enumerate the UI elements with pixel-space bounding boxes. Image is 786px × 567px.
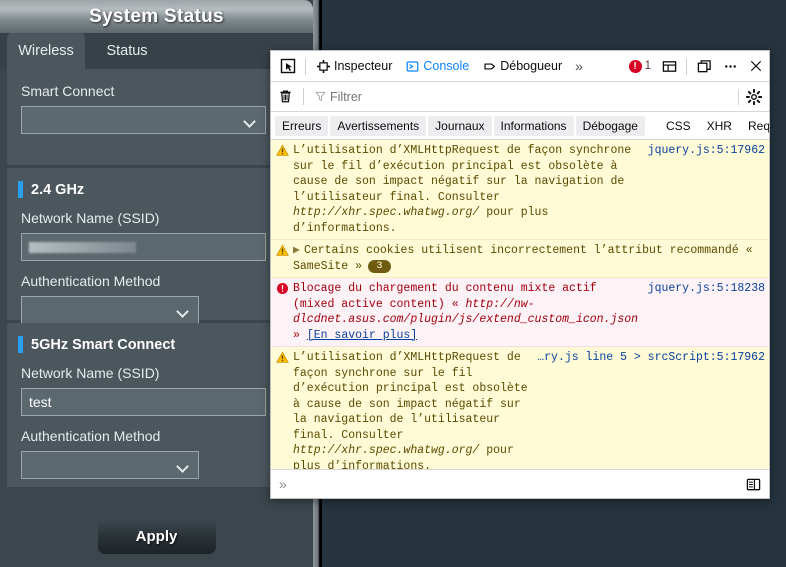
msg-url: http://xhr.spec.whatwg.org/ <box>293 444 480 457</box>
tab-status[interactable]: Status <box>88 33 166 69</box>
tab-debogueur-label: Débogueur <box>500 59 563 73</box>
page-title: System Status <box>89 6 224 27</box>
band-5ghz-header: 5GHz Smart Connect <box>7 323 306 353</box>
router-titlebar: System Status <box>0 0 313 33</box>
band-24ghz-header: 2.4 GHz <box>7 168 306 198</box>
warning-triangle-icon <box>276 243 293 257</box>
accent-bar <box>18 181 23 198</box>
toolbar-overflow-button[interactable]: » <box>569 58 589 74</box>
band-5ghz-title: 5GHz Smart Connect <box>31 336 176 353</box>
devtools-toolbar: Inspecteur Console Débogueur » ! 1 <box>271 51 769 82</box>
console-message-source[interactable]: jquery.js:5:18238 <box>648 281 765 297</box>
console-message[interactable]: ▶ Certains cookies utilisent incorrecteme… <box>271 240 769 278</box>
learn-more-link[interactable]: [En savoir plus] <box>307 329 417 342</box>
band-24ghz-card: 2.4 GHz Network Name (SSID) Authenticati… <box>7 168 306 324</box>
toolbar-divider <box>686 57 687 75</box>
msg-text: Certains cookies utilisent incorrectemen… <box>293 244 753 273</box>
screen: System Status Wireless Status Smart Conn… <box>0 0 786 567</box>
msg-text: L’utilisation d’XMLHttpRequest de façon … <box>293 144 632 204</box>
console-output[interactable]: L’utilisation d’XMLHttpRequest de façon … <box>271 140 769 471</box>
console-input-expander[interactable]: » <box>279 476 287 492</box>
console-message-source[interactable]: …ry.js line 5 > srcScript:5:17962 <box>537 350 765 366</box>
auth-24-label: Authentication Method <box>21 273 161 289</box>
filter-debogage[interactable]: Débogage <box>575 115 645 136</box>
devtools-panel: Inspecteur Console Débogueur » ! 1 Filtr… <box>270 50 770 499</box>
filter-avertissements[interactable]: Avertissements <box>330 115 427 136</box>
error-count-label: 1 <box>644 60 651 72</box>
tab-debogueur[interactable]: Débogueur <box>476 52 569 80</box>
trash-icon[interactable] <box>271 89 299 104</box>
ssid-24-label: Network Name (SSID) <box>21 210 160 226</box>
smart-connect-label: Smart Connect <box>21 83 115 99</box>
expand-twisty-icon[interactable]: ▶ <box>293 243 300 259</box>
error-circle-icon: ! <box>628 59 642 73</box>
auth-24-select[interactable] <box>21 296 199 324</box>
ssid-24-value <box>29 241 137 253</box>
accent-bar <box>18 336 23 353</box>
band-5ghz-card: 5GHz Smart Connect Network Name (SSID) t… <box>7 323 306 487</box>
warning-triangle-icon <box>276 350 293 364</box>
warning-triangle-icon <box>276 143 293 157</box>
router-tabstrip: Wireless Status <box>0 33 313 69</box>
tab-console-label: Console <box>423 59 470 73</box>
ssid-24-input[interactable] <box>21 233 266 261</box>
filter-informations[interactable]: Informations <box>493 115 574 136</box>
msg-text: L’utilisation d’XMLHttpRequest de façon … <box>293 351 528 442</box>
smart-connect-select[interactable] <box>21 106 266 134</box>
console-message[interactable]: Blocage du chargement du contenu mixte a… <box>271 278 769 347</box>
console-message-source[interactable]: jquery.js:5:17962 <box>648 143 765 159</box>
filter-requetes[interactable]: Requêtes <box>741 116 769 136</box>
tab-console[interactable]: Console <box>399 52 476 80</box>
console-message-text: L’utilisation d’XMLHttpRequest de façon … <box>293 143 648 236</box>
split-console-icon[interactable] <box>746 477 761 492</box>
error-circle-icon <box>276 281 293 295</box>
filter-css[interactable]: CSS <box>659 116 698 136</box>
tab-inspecteur-label: Inspecteur <box>334 59 393 73</box>
filter-xhr[interactable]: XHR <box>700 116 739 136</box>
filter-journaux[interactable]: Journaux <box>428 115 492 136</box>
close-icon[interactable] <box>743 54 769 78</box>
filter-erreurs[interactable]: Erreurs <box>275 115 329 136</box>
ssid-5g-label: Network Name (SSID) <box>21 365 160 381</box>
console-filter-bar <box>271 82 769 112</box>
console-icon <box>406 60 419 73</box>
gear-icon[interactable] <box>738 88 769 105</box>
toolbar-divider <box>305 57 306 75</box>
more-options-icon[interactable] <box>717 54 743 78</box>
console-message-text: Blocage du chargement du contenu mixte a… <box>293 281 648 343</box>
console-message-text: ▶ Certains cookies utilisent incorrecteme… <box>293 243 765 274</box>
console-status-bar: » <box>271 469 769 498</box>
debugger-icon <box>483 60 496 73</box>
router-admin-page: System Status Wireless Status Smart Conn… <box>0 0 313 567</box>
auth-5g-label: Authentication Method <box>21 428 161 444</box>
inspector-icon <box>317 59 330 73</box>
ssid-5g-value: test <box>29 394 52 410</box>
ssid-5g-input[interactable]: test <box>21 388 266 416</box>
msg-text: Blocage du chargement du contenu mixte a… <box>293 282 597 311</box>
dock-position-icon[interactable] <box>691 54 717 78</box>
console-message[interactable]: L’utilisation d’XMLHttpRequest de façon … <box>271 140 769 240</box>
error-count-indicator[interactable]: ! 1 <box>628 59 656 73</box>
band-24ghz-title: 2.4 GHz <box>31 181 85 198</box>
message-repeat-badge: 3 <box>368 259 392 273</box>
console-filter-pills: Erreurs Avertissements Journaux Informat… <box>271 112 769 140</box>
console-message[interactable]: L’utilisation d’XMLHttpRequest de façon … <box>271 347 769 471</box>
funnel-icon <box>314 90 327 103</box>
tab-inspecteur[interactable]: Inspecteur <box>310 52 399 80</box>
tab-wireless[interactable]: Wireless <box>7 33 85 69</box>
smart-connect-card: Smart Connect <box>7 69 306 165</box>
element-picker-icon[interactable] <box>275 54 301 78</box>
filter-input[interactable] <box>308 88 738 105</box>
responsive-design-mode-icon[interactable] <box>656 54 682 78</box>
console-message-text: L’utilisation d’XMLHttpRequest de façon … <box>293 350 537 471</box>
apply-button[interactable]: Apply <box>97 519 216 554</box>
msg-text-after: » <box>293 328 307 342</box>
msg-url: http://xhr.spec.whatwg.org/ <box>293 206 480 219</box>
filterbar-divider <box>303 88 304 105</box>
auth-5g-select[interactable] <box>21 451 199 479</box>
apply-button-row: Apply <box>0 519 313 554</box>
